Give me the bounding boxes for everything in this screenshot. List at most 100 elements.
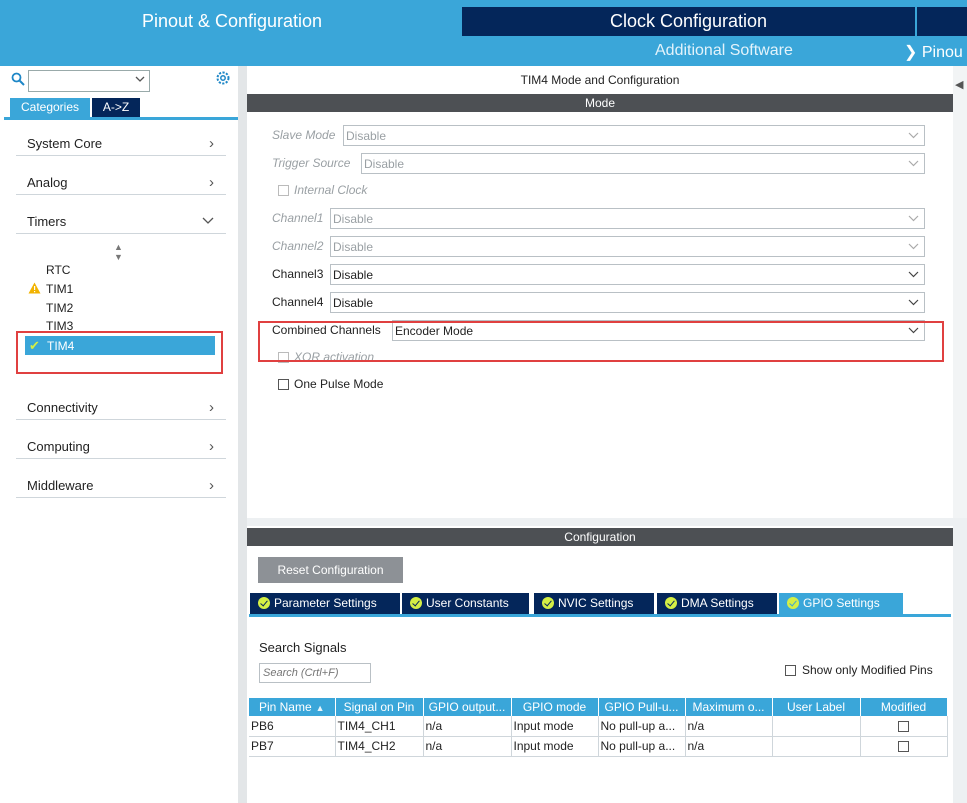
cell-gpio-mode: Input mode xyxy=(511,716,599,737)
trigger-source-select[interactable]: Disable xyxy=(361,153,925,174)
tab-parameter-settings[interactable]: Parameter Settings xyxy=(250,593,400,614)
category-label: Connectivity xyxy=(27,400,98,415)
chevron-down-icon xyxy=(908,294,919,313)
channel2-select[interactable]: Disable xyxy=(330,236,925,257)
configuration-area: Configuration Reset Configuration Parame… xyxy=(247,526,953,803)
chevron-down-icon xyxy=(202,213,214,230)
select-value: Disable xyxy=(346,129,387,143)
timer-item-rtc[interactable]: RTC xyxy=(46,263,70,277)
table-row[interactable]: PB6 TIM4_CH1 n/a Input mode No pull-up a… xyxy=(249,716,948,737)
search-combo[interactable] xyxy=(28,70,150,92)
cell-pin-name: PB7 xyxy=(249,736,336,757)
slave-mode-label: Slave Mode xyxy=(272,128,336,142)
check-circle-icon xyxy=(410,597,422,609)
gear-icon[interactable] xyxy=(215,70,231,91)
timer-item-tim2[interactable]: TIM2 xyxy=(46,301,73,315)
search-signals-input[interactable] xyxy=(259,663,371,683)
chevron-right-icon: › xyxy=(209,477,214,494)
cell-maximum-output: n/a xyxy=(685,736,773,757)
check-circle-icon xyxy=(258,597,270,609)
sort-updown-icon[interactable]: ▲ ▼ xyxy=(114,242,123,262)
tab-a-z[interactable]: A->Z xyxy=(92,98,140,117)
column-header-signal[interactable]: Signal on Pin xyxy=(335,698,424,716)
tab-nvic-settings[interactable]: NVIC Settings xyxy=(534,593,654,614)
chevron-down-icon: ❯ xyxy=(904,44,918,61)
tab-label: GPIO Settings xyxy=(803,596,880,610)
top-bar: Pinout & Configuration Clock Configurati… xyxy=(0,0,967,66)
channel4-label: Channel4 xyxy=(272,295,324,309)
category-analog[interactable]: Analog › xyxy=(16,169,226,195)
cell-gpio-mode: Input mode xyxy=(511,736,599,757)
channel1-label: Channel1 xyxy=(272,211,324,225)
chevron-down-icon[interactable] xyxy=(135,73,145,88)
show-modified-label: Show only Modified Pins xyxy=(802,663,933,677)
left-panel: Categories A->Z System Core › Analog › T… xyxy=(4,66,238,803)
cell-signal: TIM4_CH2 xyxy=(335,736,424,757)
column-header-gpio-output[interactable]: GPIO output... xyxy=(423,698,512,716)
channel3-select[interactable]: Disable xyxy=(330,264,925,285)
panel-splitter[interactable] xyxy=(238,66,247,803)
tab-pinout-configuration[interactable]: Pinout & Configuration xyxy=(4,7,460,36)
modified-checkbox[interactable] xyxy=(898,721,909,733)
gpio-signals-table: Pin Name ▲ Signal on Pin GPIO output... G… xyxy=(249,698,948,757)
timer-item-tim1[interactable]: TIM1 xyxy=(46,282,73,296)
category-label: Analog xyxy=(27,175,68,190)
highlight-box-tim4 xyxy=(16,331,223,374)
channel4-select[interactable]: Disable xyxy=(330,292,925,313)
tab-label: User Constants xyxy=(426,596,509,610)
category-label: System Core xyxy=(27,136,103,151)
show-modified-checkbox[interactable] xyxy=(785,665,796,676)
cell-user-label[interactable] xyxy=(772,716,861,737)
chevron-right-icon: › xyxy=(209,399,214,416)
column-header-modified[interactable]: Modified xyxy=(860,698,948,716)
cell-gpio-output: n/a xyxy=(423,716,512,737)
chevron-down-icon xyxy=(908,210,919,229)
reset-configuration-button[interactable]: Reset Configuration xyxy=(258,557,403,583)
channel1-select[interactable]: Disable xyxy=(330,208,925,229)
right-scrollbar[interactable]: ◀ xyxy=(953,66,967,518)
column-header-gpio-mode[interactable]: GPIO mode xyxy=(511,698,599,716)
cell-signal: TIM4_CH1 xyxy=(335,716,424,737)
chevron-right-icon: › xyxy=(209,135,214,152)
tab-categories[interactable]: Categories xyxy=(10,98,90,117)
modified-checkbox[interactable] xyxy=(898,741,909,753)
cell-user-label[interactable] xyxy=(772,736,861,757)
tab-underline xyxy=(4,117,238,120)
internal-clock-checkbox[interactable] xyxy=(278,185,289,196)
tab-dma-settings[interactable]: DMA Settings xyxy=(657,593,777,614)
category-computing[interactable]: Computing › xyxy=(16,433,226,459)
category-label: Computing xyxy=(27,439,90,454)
tab-label: Parameter Settings xyxy=(274,596,377,610)
category-connectivity[interactable]: Connectivity › xyxy=(16,394,226,420)
tab-gpio-settings[interactable]: GPIO Settings xyxy=(779,593,903,614)
chevron-down-icon xyxy=(908,127,919,146)
sort-asc-icon: ▲ xyxy=(315,703,325,713)
select-value: Disable xyxy=(333,268,374,282)
pinout-menu[interactable]: ❯ Pinou xyxy=(904,42,963,62)
tab-overflow[interactable] xyxy=(917,7,967,36)
one-pulse-mode-checkbox[interactable] xyxy=(278,379,289,390)
category-middleware[interactable]: Middleware › xyxy=(16,472,226,498)
tab-label: DMA Settings xyxy=(681,596,754,610)
cell-gpio-pull: No pull-up a... xyxy=(598,736,686,757)
one-pulse-mode-label: One Pulse Mode xyxy=(294,377,384,391)
tab-label: NVIC Settings xyxy=(558,596,634,610)
column-header-gpio-pull[interactable]: GPIO Pull-u... xyxy=(598,698,686,716)
table-row[interactable]: PB7 TIM4_CH2 n/a Input mode No pull-up a… xyxy=(249,736,948,757)
additional-software-link[interactable]: Additional Software xyxy=(655,42,793,60)
chevron-right-icon: › xyxy=(209,438,214,455)
tab-clock-configuration[interactable]: Clock Configuration xyxy=(462,7,915,36)
category-system-core[interactable]: System Core › xyxy=(16,130,226,156)
column-header-pin-name[interactable]: Pin Name ▲ xyxy=(249,698,336,716)
category-timers[interactable]: Timers xyxy=(16,208,226,234)
column-header-maximum-output[interactable]: Maximum o... xyxy=(685,698,773,716)
mode-area: TIM4 Mode and Configuration Mode Slave M… xyxy=(247,66,953,518)
cell-modified xyxy=(860,716,948,737)
column-header-user-label[interactable]: User Label xyxy=(772,698,861,716)
tab-user-constants[interactable]: User Constants xyxy=(402,593,529,614)
trigger-source-label: Trigger Source xyxy=(272,156,351,170)
cell-modified xyxy=(860,736,948,757)
slave-mode-select[interactable]: Disable xyxy=(343,125,925,146)
collapse-arrow-icon[interactable]: ◀ xyxy=(955,78,963,91)
cell-pin-name: PB6 xyxy=(249,716,336,737)
